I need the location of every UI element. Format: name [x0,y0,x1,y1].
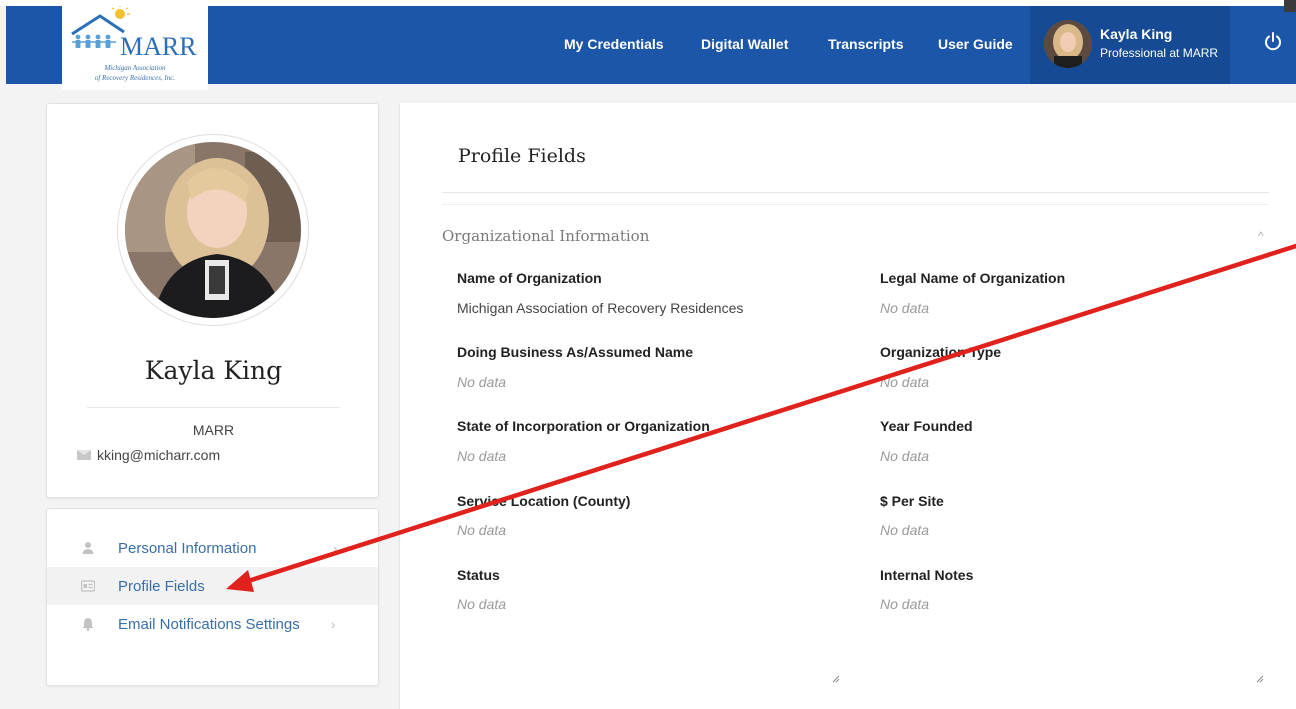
field-value-doing-business-as: No data [457,374,507,390]
field-label-year-founded: Year Founded [880,418,973,434]
user-menu[interactable]: Kayla King Professional at MARR [1030,6,1230,84]
field-label-internal-notes: Internal Notes [880,567,974,583]
bell-icon [82,618,94,631]
profile-photo [125,142,301,318]
field-value-internal-notes: No data [880,596,930,612]
nav-my-credentials[interactable]: My Credentials [564,36,664,52]
header-user-name: Kayla King [1100,26,1173,42]
chevron-up-icon[interactable]: ^ [1258,229,1264,243]
marr-logo[interactable]: MARR Michigan Association of Recovery Re… [62,6,208,90]
field-value-organization-type: No data [880,374,930,390]
profile-nav-card: Personal Information › Profile Fields Em… [46,508,379,686]
field-value-name-of-organization: Michigan Association of Recovery Residen… [457,300,744,316]
field-label-name-of-organization: Name of Organization [457,270,602,286]
profile-divider [87,407,340,408]
section-organizational-information[interactable]: Organizational Information [442,227,649,245]
resize-handle-icon[interactable] [1256,675,1264,683]
id-card-icon [81,580,95,592]
menu-email-notifications-label: Email Notifications Settings [118,615,300,633]
panel-title: Profile Fields [458,145,586,167]
panel-divider-secondary [442,204,1269,205]
profile-email[interactable]: kking@micharr.com [77,447,220,463]
chevron-right-icon: › [333,540,338,556]
nav-transcripts[interactable]: Transcripts [828,36,903,52]
logo-subtitle-line-1: Michigan Association [104,64,166,72]
field-label-doing-business-as: Doing Business As/Assumed Name [457,344,693,360]
profile-fields-panel: Profile Fields Organizational Informatio… [399,103,1296,709]
profile-email-text: kking@micharr.com [97,447,221,463]
field-label-per-site: $ Per Site [880,493,944,509]
nav-user-guide[interactable]: User Guide [938,36,1013,52]
menu-personal-information-label: Personal Information [118,539,257,557]
resize-handle-icon[interactable] [832,675,840,683]
mail-icon [77,450,91,460]
header-avatar [1044,20,1092,68]
profile-card: Kayla King MARR kking@micharr.com [46,103,379,498]
field-label-status: Status [457,567,500,583]
field-value-state-of-incorporation: No data [457,448,507,464]
profile-name: Kayla King [144,356,283,385]
menu-personal-information[interactable]: Personal Information › [47,529,378,567]
window-corner [1284,0,1296,12]
menu-profile-fields[interactable]: Profile Fields [47,567,378,605]
menu-email-notifications-settings[interactable]: Email Notifications Settings › [47,605,378,643]
profile-avatar[interactable] [117,134,309,326]
field-label-legal-name: Legal Name of Organization [880,270,1066,286]
field-value-year-founded: No data [880,448,930,464]
field-value-legal-name: No data [880,300,930,316]
field-value-per-site: No data [880,522,930,538]
field-label-service-location: Service Location (County) [457,493,631,509]
header-user-role: Professional at MARR [1100,46,1219,60]
menu-profile-fields-label: Profile Fields [118,577,205,595]
logo-subtitle-line-2: of Recovery Residences, Inc. [94,74,176,82]
user-icon [82,542,94,554]
power-logout-icon[interactable] [1262,30,1284,52]
profile-organization: MARR [192,422,235,438]
field-value-status: No data [457,596,507,612]
field-value-service-location: No data [457,522,507,538]
chevron-right-icon: › [331,616,336,632]
field-label-organization-type: Organization Type [880,344,1002,360]
logo-wordmark: MARR [120,32,197,61]
panel-divider [442,192,1269,193]
field-label-state-of-incorporation: State of Incorporation or Organization [457,418,710,434]
nav-digital-wallet[interactable]: Digital Wallet [701,36,788,52]
